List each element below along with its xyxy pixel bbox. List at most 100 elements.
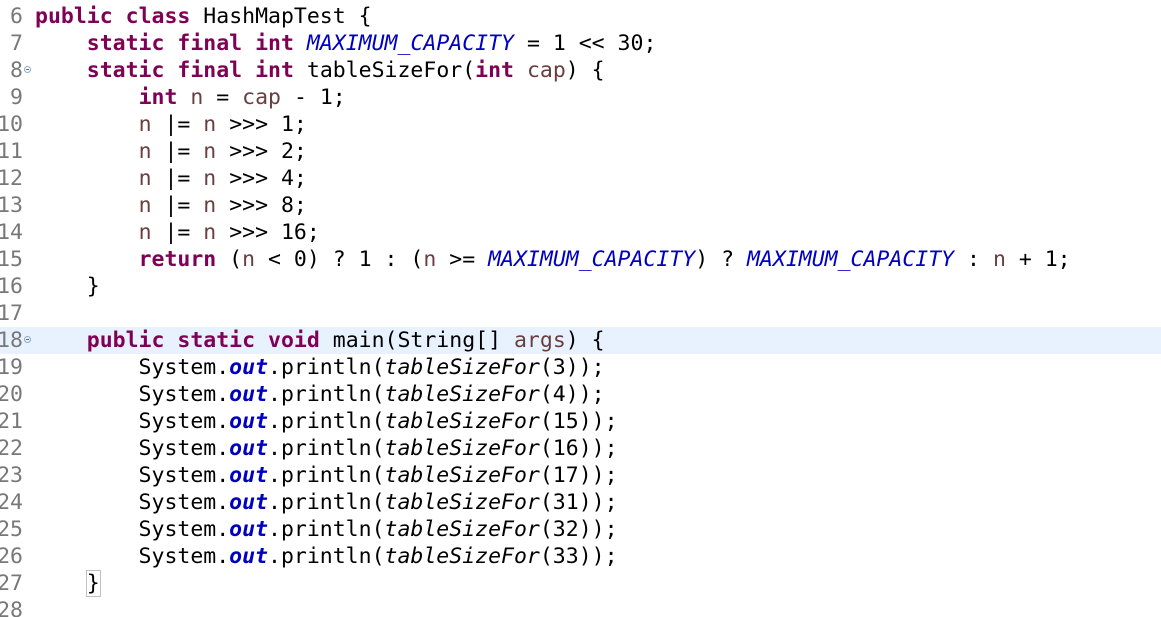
line-number: 26 [0, 544, 23, 569]
code-line[interactable]: 10 n |= n >>> 1; [0, 111, 1161, 138]
line-number: 7 [10, 31, 23, 56]
code-token: = [203, 85, 243, 110]
code-editor[interactable]: 6 public class HashMapTest {7 static fina… [0, 0, 1161, 617]
code-token: (3)); [539, 355, 605, 380]
code-text: int n = cap - 1; [35, 84, 346, 111]
code-token: |= [151, 166, 204, 191]
code-token: .println( [268, 409, 385, 434]
code-token: tableSizeFor( [293, 58, 476, 83]
code-line[interactable]: 13 n |= n >>> 8; [0, 192, 1161, 219]
code-line[interactable]: 23 System.out.println(tableSizeFor(17)); [0, 462, 1161, 489]
variable-token: args [513, 328, 566, 353]
code-token: System. [35, 355, 230, 380]
line-number: 11 [0, 139, 23, 164]
variable-token: n [423, 247, 437, 272]
code-line[interactable]: 8 static final int tableSizeFor(int cap)… [0, 57, 1161, 84]
code-line[interactable]: 22 System.out.println(tableSizeFor(16)); [0, 435, 1161, 462]
code-text: public class HashMapTest { [35, 3, 372, 30]
code-line[interactable]: 24 System.out.println(tableSizeFor(31)); [0, 489, 1161, 516]
code-line[interactable]: 9 int n = cap - 1; [0, 84, 1161, 111]
code-text: System.out.println(tableSizeFor(31)); [35, 489, 618, 516]
constant-token: MAXIMUM_CAPACITY [306, 31, 514, 56]
code-line[interactable]: 12 n |= n >>> 4; [0, 165, 1161, 192]
constant-token: MAXIMUM_CAPACITY [746, 247, 955, 272]
code-line[interactable]: 14 n |= n >>> 16; [0, 219, 1161, 246]
code-token: System. [35, 409, 230, 434]
line-number: 19 [0, 355, 23, 380]
static-field-token: out [229, 355, 269, 380]
code-line[interactable]: 16 } [0, 273, 1161, 300]
code-token: System. [35, 544, 230, 569]
code-text: n |= n >>> 2; [35, 138, 307, 165]
code-line[interactable]: 20 System.out.println(tableSizeFor(4)); [0, 381, 1161, 408]
keyword-token: int [255, 31, 294, 56]
code-text: n |= n >>> 1; [35, 111, 307, 138]
code-token: >>> 2; [216, 139, 307, 164]
code-token: >= [436, 247, 489, 272]
line-number: 25 [0, 517, 23, 542]
code-line[interactable]: 28 [0, 597, 1161, 617]
keyword-token: final [177, 31, 243, 56]
static-field-token: out [229, 409, 269, 434]
line-number: 24 [0, 490, 23, 515]
code-line[interactable]: 6 public class HashMapTest { [0, 3, 1161, 30]
code-line[interactable]: 7 static final int MAXIMUM_CAPACITY = 1 … [0, 30, 1161, 57]
line-number: 27 [0, 571, 23, 596]
code-text: System.out.println(tableSizeFor(32)); [35, 516, 618, 543]
code-text: System.out.println(tableSizeFor(17)); [35, 462, 618, 489]
static-method-token: tableSizeFor [384, 463, 540, 488]
code-token: .println( [268, 544, 385, 569]
keyword-token: int [255, 58, 294, 83]
code-text: n |= n >>> 16; [35, 219, 320, 246]
line-number: 13 [0, 193, 23, 218]
code-line[interactable]: 27 } [0, 570, 1161, 597]
code-token: .println( [268, 382, 385, 407]
code-token: main(String[] [319, 328, 514, 353]
code-text: return (n < 0) ? 1 : (n >= MAXIMUM_CAPAC… [35, 246, 1071, 273]
code-line[interactable]: 18 public static void main(String[] args… [0, 327, 1161, 354]
line-number: 8 [10, 58, 23, 83]
code-text: System.out.println(tableSizeFor(15)); [35, 408, 618, 435]
code-line[interactable]: 26 System.out.println(tableSizeFor(33)); [0, 543, 1161, 570]
code-token: < 0) ? 1 : ( [255, 247, 424, 272]
code-text: n |= n >>> 4; [35, 165, 307, 192]
static-method-token: tableSizeFor [384, 355, 540, 380]
code-line[interactable]: 19 System.out.println(tableSizeFor(3)); [0, 354, 1161, 381]
code-line[interactable]: 25 System.out.println(tableSizeFor(32)); [0, 516, 1161, 543]
line-number: 18 [0, 328, 23, 353]
code-text: static final int tableSizeFor(int cap) { [35, 57, 605, 84]
variable-token: n [138, 166, 152, 191]
code-line[interactable]: 17 [0, 300, 1161, 327]
code-token: (16)); [539, 436, 618, 461]
keyword-token: int [138, 85, 178, 110]
code-token: .println( [268, 463, 385, 488]
fold-toggle-icon[interactable] [24, 336, 31, 343]
line-number: 15 [0, 247, 23, 272]
variable-token: n [203, 220, 217, 245]
code-token: .println( [268, 490, 385, 515]
keyword-token: static [86, 31, 165, 56]
static-method-token: tableSizeFor [384, 490, 540, 515]
code-line[interactable]: 15 return (n < 0) ? 1 : (n >= MAXIMUM_CA… [0, 246, 1161, 273]
keyword-token: return [138, 247, 217, 272]
static-method-token: tableSizeFor [384, 436, 540, 461]
fold-toggle-icon[interactable] [24, 66, 31, 73]
code-line[interactable]: 21 System.out.println(tableSizeFor(15)); [0, 408, 1161, 435]
line-number: 16 [0, 274, 23, 299]
code-token: |= [151, 220, 204, 245]
keyword-token: class [125, 4, 191, 29]
code-token: >>> 16; [216, 220, 320, 245]
code-line[interactable]: 11 n |= n >>> 2; [0, 138, 1161, 165]
static-method-token: tableSizeFor [384, 409, 540, 434]
